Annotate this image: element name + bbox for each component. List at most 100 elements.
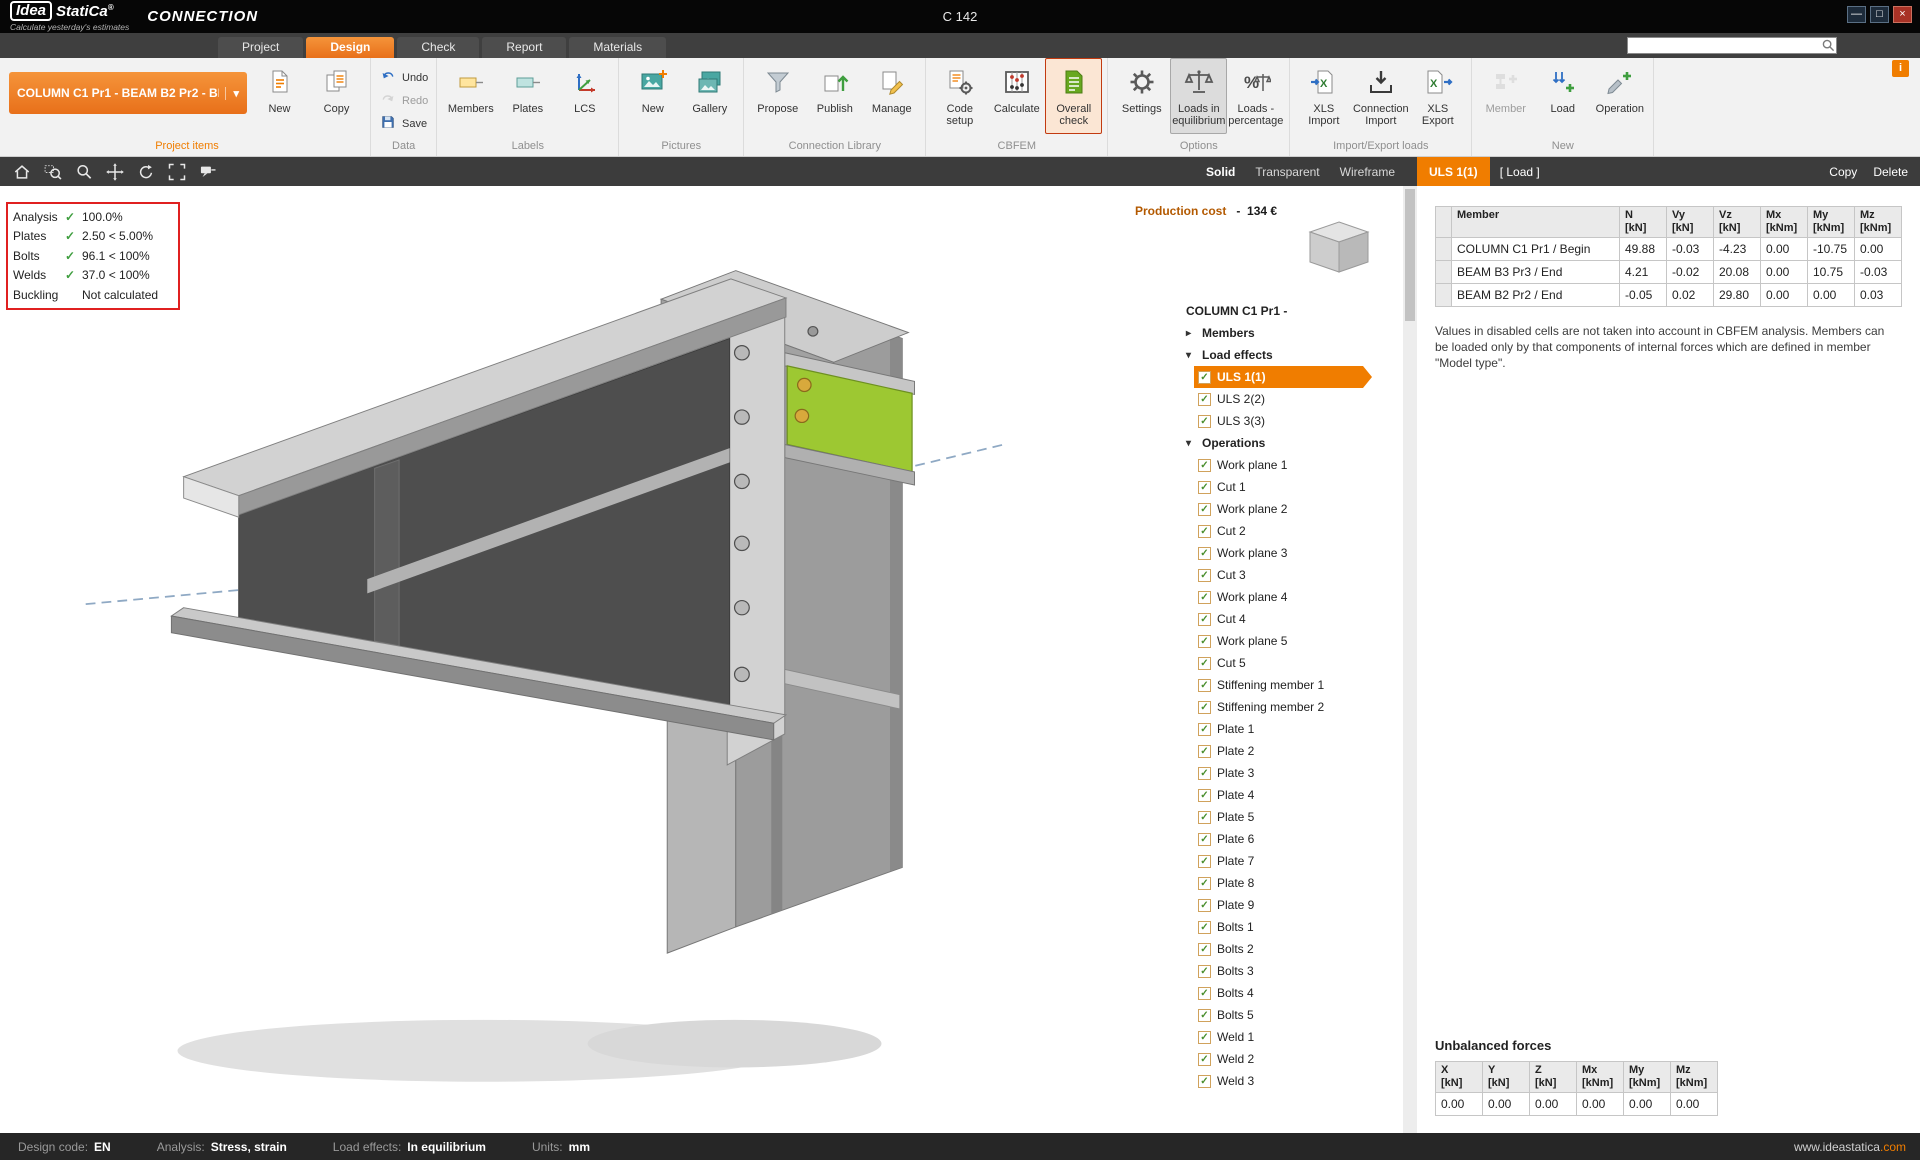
value-cell[interactable]: 49.88: [1620, 238, 1667, 261]
load-case-title[interactable]: ULS 1(1): [1417, 157, 1490, 186]
redo-button[interactable]: Redo: [376, 91, 431, 110]
xls-export-button[interactable]: XXLS Export: [1409, 58, 1466, 134]
checkbox-icon[interactable]: ✓: [1198, 921, 1211, 934]
bolt[interactable]: [795, 409, 808, 422]
lcs-button[interactable]: LCS: [556, 58, 613, 134]
checkbox-icon[interactable]: ✓: [1198, 877, 1211, 890]
loads-percentage-button[interactable]: %Loads - percentage: [1227, 58, 1284, 134]
checkbox-icon[interactable]: ✓: [1198, 723, 1211, 736]
view-mode-wireframe[interactable]: Wireframe: [1340, 165, 1395, 179]
search-input[interactable]: [1628, 38, 1820, 53]
close-icon[interactable]: ×: [1893, 6, 1912, 23]
value-cell[interactable]: -4.23: [1714, 238, 1761, 261]
manage-button[interactable]: Manage: [863, 58, 920, 134]
tree-item-cut-3[interactable]: ✓Cut 3: [1194, 564, 1372, 586]
plates-button[interactable]: Plates: [499, 58, 556, 134]
settings-button[interactable]: Settings: [1113, 58, 1170, 134]
tree-item-weld-3[interactable]: ✓Weld 3: [1194, 1070, 1372, 1092]
tab-check[interactable]: Check: [397, 37, 479, 58]
checkbox-icon[interactable]: ✓: [1198, 767, 1211, 780]
checkbox-icon[interactable]: ✓: [1198, 613, 1211, 626]
maximize-icon[interactable]: □: [1870, 6, 1889, 23]
member-button[interactable]: Member: [1477, 58, 1534, 134]
checkbox-icon[interactable]: ✓: [1198, 987, 1211, 1000]
checkbox-icon[interactable]: ✓: [1198, 393, 1211, 406]
tree-item-cut-4[interactable]: ✓Cut 4: [1194, 608, 1372, 630]
bolt[interactable]: [798, 378, 811, 391]
tab-report[interactable]: Report: [482, 37, 566, 58]
calculate-button[interactable]: Calculate: [988, 58, 1045, 134]
column-c1-pr1-beam-b2-pr2-be-dropdown[interactable]: COLUMN C1 Pr1 - BEAM B2 Pr2 - BE▾: [9, 72, 247, 114]
tree-item-work-plane-2[interactable]: ✓Work plane 2: [1194, 498, 1372, 520]
tree-item-plate-9[interactable]: ✓Plate 9: [1194, 894, 1372, 916]
checkbox-icon[interactable]: ✓: [1198, 833, 1211, 846]
minimize-icon[interactable]: —: [1847, 6, 1866, 23]
value-cell[interactable]: -0.02: [1667, 261, 1714, 284]
view-mode-transparent[interactable]: Transparent: [1255, 165, 1319, 179]
tree-item-uls-2-2[interactable]: ✓ULS 2(2): [1194, 388, 1372, 410]
tree-item-cut-2[interactable]: ✓Cut 2: [1194, 520, 1372, 542]
loads-in-equilibrium-button[interactable]: Loads in equilibrium: [1170, 58, 1227, 134]
row-selector[interactable]: [1436, 238, 1452, 261]
tree-item-bolts-5[interactable]: ✓Bolts 5: [1194, 1004, 1372, 1026]
value-cell[interactable]: -0.03: [1667, 238, 1714, 261]
tab-project[interactable]: Project: [218, 37, 303, 58]
zoom-window-icon[interactable]: [37, 159, 68, 184]
tab-design[interactable]: Design: [306, 37, 394, 58]
checkbox-icon[interactable]: ✓: [1198, 701, 1211, 714]
value-cell[interactable]: 0.00: [1761, 238, 1808, 261]
checkbox-icon[interactable]: ✓: [1198, 811, 1211, 824]
search-icon[interactable]: [1820, 39, 1836, 52]
tree-section-operations[interactable]: ▾Operations: [1180, 432, 1398, 454]
copy-button[interactable]: Copy: [308, 58, 365, 134]
tree-item-plate-4[interactable]: ✓Plate 4: [1194, 784, 1372, 806]
value-cell[interactable]: 0.02: [1667, 284, 1714, 307]
view-mode-solid[interactable]: Solid: [1206, 165, 1235, 179]
checkbox-icon[interactable]: ✓: [1198, 415, 1211, 428]
checkbox-icon[interactable]: ✓: [1198, 635, 1211, 648]
tree-item-uls-3-3[interactable]: ✓ULS 3(3): [1194, 410, 1372, 432]
operation-button[interactable]: Operation: [1591, 58, 1648, 134]
tree-item-plate-6[interactable]: ✓Plate 6: [1194, 828, 1372, 850]
undo-button[interactable]: Undo: [376, 68, 431, 87]
checkbox-icon[interactable]: ✓: [1198, 371, 1211, 384]
value-cell[interactable]: 0.00: [1808, 284, 1855, 307]
checkbox-icon[interactable]: ✓: [1198, 1009, 1211, 1022]
website-link[interactable]: www.ideastatica.com: [1794, 1140, 1906, 1154]
pan-icon[interactable]: [99, 159, 130, 184]
checkbox-icon[interactable]: ✓: [1198, 569, 1211, 582]
beam-b2-member[interactable]: [171, 279, 786, 740]
value-cell[interactable]: 0.00: [1761, 261, 1808, 284]
3d-viewport[interactable]: Analysis✓100.0%Plates✓2.50 < 5.00%Bolts✓…: [0, 186, 1403, 1133]
value-cell[interactable]: 0.00: [1761, 284, 1808, 307]
tree-item-weld-1[interactable]: ✓Weld 1: [1194, 1026, 1372, 1048]
checkbox-icon[interactable]: ✓: [1198, 1031, 1211, 1044]
home-icon[interactable]: [6, 159, 37, 184]
tree-item-bolts-2[interactable]: ✓Bolts 2: [1194, 938, 1372, 960]
row-selector[interactable]: [1436, 261, 1452, 284]
checkbox-icon[interactable]: ✓: [1198, 481, 1211, 494]
tree-item-stiffening-member-2[interactable]: ✓Stiffening member 2: [1194, 696, 1372, 718]
checkbox-icon[interactable]: ✓: [1198, 657, 1211, 670]
tree-item-plate-3[interactable]: ✓Plate 3: [1194, 762, 1372, 784]
save-button[interactable]: Save: [376, 114, 431, 133]
load-button[interactable]: Load: [1534, 58, 1591, 134]
tree-section-load-effects[interactable]: ▾Load effects: [1180, 344, 1398, 366]
tree-item-cut-5[interactable]: ✓Cut 5: [1194, 652, 1372, 674]
delete-button[interactable]: Delete: [1873, 165, 1908, 179]
checkbox-icon[interactable]: ✓: [1198, 459, 1211, 472]
tree-item-work-plane-3[interactable]: ✓Work plane 3: [1194, 542, 1372, 564]
checkbox-icon[interactable]: ✓: [1198, 525, 1211, 538]
code-setup-button[interactable]: Code setup: [931, 58, 988, 134]
value-cell[interactable]: -0.05: [1620, 284, 1667, 307]
end-plate[interactable]: [727, 286, 785, 765]
tree-item-work-plane-5[interactable]: ✓Work plane 5: [1194, 630, 1372, 652]
tree-item-bolts-3[interactable]: ✓Bolts 3: [1194, 960, 1372, 982]
publish-button[interactable]: Publish: [806, 58, 863, 134]
tab-materials[interactable]: Materials: [569, 37, 666, 58]
tree-item-uls-1-1[interactable]: ✓ULS 1(1): [1194, 366, 1372, 388]
tree-item-plate-8[interactable]: ✓Plate 8: [1194, 872, 1372, 894]
tree-item-cut-1[interactable]: ✓Cut 1: [1194, 476, 1372, 498]
overall-check-button[interactable]: Overall check: [1045, 58, 1102, 134]
expanded-caret-icon[interactable]: ▾: [1186, 438, 1199, 449]
